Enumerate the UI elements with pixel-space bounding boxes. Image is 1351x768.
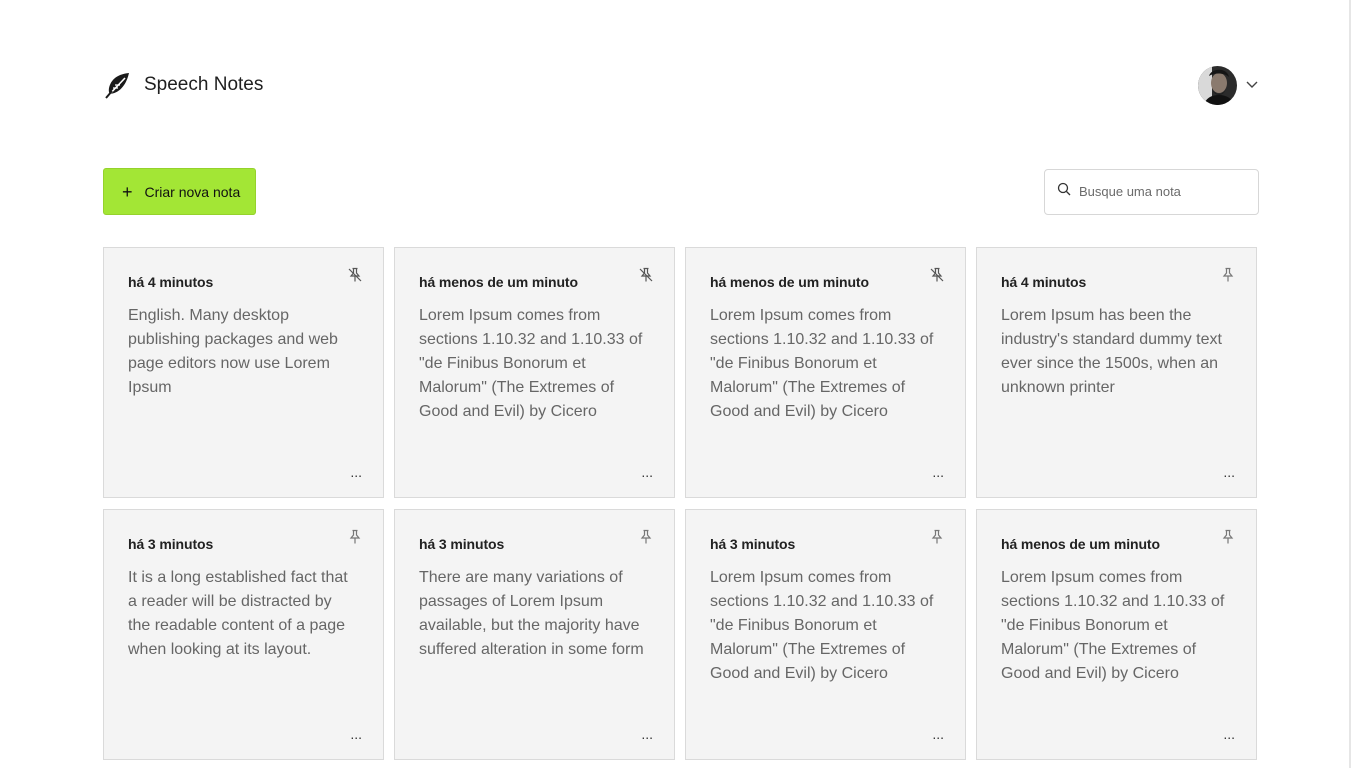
pin-icon[interactable] bbox=[1220, 267, 1236, 283]
pin-icon[interactable] bbox=[929, 529, 945, 545]
pin-off-icon[interactable] bbox=[929, 267, 945, 283]
note-text: Lorem Ipsum has been the industry's stan… bbox=[1001, 307, 1222, 396]
pin-icon[interactable] bbox=[347, 529, 363, 545]
pin-icon[interactable] bbox=[638, 529, 654, 545]
note-text: Lorem Ipsum comes from sections 1.10.32 … bbox=[710, 307, 934, 420]
pin-icon[interactable] bbox=[1220, 529, 1236, 545]
app-header: Speech Notes bbox=[103, 62, 1259, 108]
note-card[interactable]: há menos de um minuto Lorem Ipsum comes f… bbox=[976, 509, 1257, 760]
more-options-button[interactable]: ... bbox=[350, 465, 362, 479]
pin-off-icon[interactable] bbox=[638, 267, 654, 283]
more-options-button[interactable]: ... bbox=[1223, 465, 1235, 479]
note-card[interactable]: há 3 minutos It is a long established fac… bbox=[103, 509, 384, 760]
plus-icon: + bbox=[122, 181, 133, 202]
note-card[interactable]: há 4 minutos Lorem Ipsum has been the ind… bbox=[976, 247, 1257, 498]
more-options-button[interactable]: ... bbox=[641, 727, 653, 741]
note-text: Lorem Ipsum comes from sections 1.10.32 … bbox=[710, 569, 934, 682]
note-card[interactable]: há 3 minutos Lorem Ipsum comes from secti… bbox=[685, 509, 966, 760]
toolbar: + Criar nova nota bbox=[103, 168, 1259, 215]
more-options-button[interactable]: ... bbox=[1223, 727, 1235, 741]
note-timestamp: há 3 minutos bbox=[419, 536, 505, 552]
chevron-down-icon[interactable] bbox=[1245, 78, 1259, 92]
note-timestamp: há menos de um minuto bbox=[1001, 536, 1160, 552]
note-card[interactable]: há 4 minutos English. Many desktop publis… bbox=[103, 247, 384, 498]
note-timestamp: há menos de um minuto bbox=[710, 274, 869, 290]
more-options-button[interactable]: ... bbox=[350, 727, 362, 741]
app-title: Speech Notes bbox=[144, 74, 264, 95]
note-text: It is a long established fact that a rea… bbox=[128, 569, 348, 658]
notes-grid: há 4 minutos English. Many desktop publis… bbox=[103, 247, 1259, 760]
note-card[interactable]: há 3 minutos There are many variations of… bbox=[394, 509, 675, 760]
search-input[interactable] bbox=[1079, 184, 1239, 199]
create-note-label: Criar nova nota bbox=[144, 183, 241, 200]
note-card[interactable]: há menos de um minuto Lorem Ipsum comes f… bbox=[685, 247, 966, 498]
note-card[interactable]: há menos de um minuto Lorem Ipsum comes f… bbox=[394, 247, 675, 498]
note-timestamp: há 3 minutos bbox=[710, 536, 796, 552]
user-menu[interactable] bbox=[1198, 65, 1259, 105]
note-text: Lorem Ipsum comes from sections 1.10.32 … bbox=[419, 307, 643, 420]
note-text: There are many variations of passages of… bbox=[419, 569, 644, 658]
search-box[interactable] bbox=[1044, 168, 1259, 215]
avatar[interactable] bbox=[1198, 65, 1237, 105]
create-note-button[interactable]: + Criar nova nota bbox=[103, 168, 256, 215]
pin-off-icon[interactable] bbox=[347, 267, 363, 283]
note-timestamp: há 4 minutos bbox=[128, 274, 214, 290]
more-options-button[interactable]: ... bbox=[641, 465, 653, 479]
brand[interactable]: Speech Notes bbox=[103, 71, 263, 100]
more-options-button[interactable]: ... bbox=[932, 465, 944, 479]
note-text: Lorem Ipsum comes from sections 1.10.32 … bbox=[1001, 569, 1225, 682]
note-timestamp: há 3 minutos bbox=[128, 536, 214, 552]
note-text: English. Many desktop publishing package… bbox=[128, 307, 338, 396]
note-timestamp: há 4 minutos bbox=[1001, 274, 1087, 290]
search-icon bbox=[1057, 182, 1071, 201]
more-options-button[interactable]: ... bbox=[932, 727, 944, 741]
feather-leaf-icon bbox=[103, 71, 132, 100]
note-timestamp: há menos de um minuto bbox=[419, 274, 578, 290]
